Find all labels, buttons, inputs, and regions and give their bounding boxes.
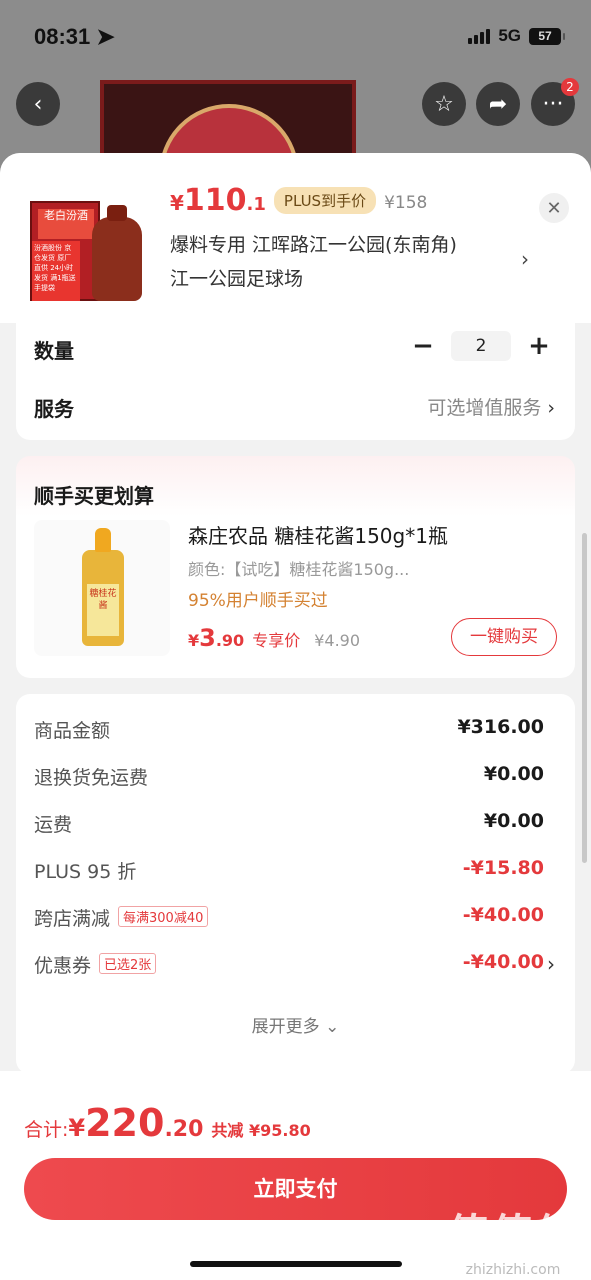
coupon-row[interactable]: 优惠券 已选2张 -¥40.00 — [34, 951, 544, 981]
more-dots-icon: ··· — [542, 91, 564, 117]
notification-badge: 2 — [561, 78, 579, 96]
addon-section-title: 顺手买更划算 — [34, 484, 154, 508]
total-row: 合计: ¥220.20 共减 ¥95.80 — [24, 1101, 311, 1145]
quantity-label: 数量 — [34, 339, 74, 363]
addon-purchase-rate: 95%用户顺手买过 — [188, 591, 328, 611]
checkout-footer: 合计: ¥220.20 共减 ¥95.80 立即支付 值值值 zhizhizhi… — [0, 1071, 591, 1280]
promo-tag: 每满300减40 — [118, 906, 209, 927]
delivery-address[interactable]: 爆料专用 江晖路江一公园(东南角) 江一公园足球场 — [170, 228, 510, 296]
watermark-url: zhizhizhi.com — [465, 1262, 561, 1278]
scrollbar[interactable] — [582, 533, 587, 863]
bottle-label: 糖桂花酱 — [87, 584, 119, 636]
addon-product-name[interactable]: 森庄农品 糖桂花酱150g*1瓶 — [188, 520, 448, 549]
favorite-button[interactable]: ☆ — [422, 82, 466, 126]
summary-label: PLUS 95 折 — [34, 861, 137, 883]
service-label: 服务 — [34, 397, 74, 421]
quantity-minus-button[interactable]: − — [411, 331, 435, 361]
addon-price-row: ¥3.90 专享价 ¥4.90 — [188, 624, 360, 652]
signal-icon — [468, 28, 491, 44]
addon-product-image[interactable]: 糖桂花酱 — [34, 520, 170, 656]
address-line-2: 江一公园足球场 — [170, 268, 304, 290]
total-amount: ¥220.20 — [68, 1101, 204, 1145]
summary-row: 商品金额 ¥316.00 — [34, 716, 544, 746]
product-thumbnail: 老白汾酒 汾酒股份 京仓发货 原厂直供 24小时发货 满1瓶送手提袋 — [28, 193, 144, 305]
summary-row: 退换货免运费 ¥0.00 — [34, 763, 544, 793]
summary-row: PLUS 95 折 -¥15.80 — [34, 857, 544, 887]
one-click-buy-button[interactable]: 一键购买 — [451, 618, 557, 656]
watermark-logo: 值值值 — [446, 1210, 579, 1259]
summary-label: 退换货免运费 — [34, 767, 149, 789]
quantity-plus-button[interactable]: + — [527, 331, 551, 361]
more-button[interactable]: ··· 2 — [531, 78, 579, 126]
addon-price: ¥3.90 — [188, 624, 245, 652]
share-icon: ➦ — [488, 91, 508, 117]
checkout-sheet: 老白汾酒 汾酒股份 京仓发货 原厂直供 24小时发货 满1瓶送手提袋 ¥110.… — [0, 153, 591, 1280]
share-button[interactable]: ➦ — [476, 82, 520, 126]
summary-label: 运费 — [34, 814, 73, 836]
summary-row: 运费 ¥0.00 — [34, 810, 544, 840]
service-value: 可选增值服务 — [427, 397, 542, 419]
summary-row: 跨店满减 每满300减40 -¥40.00 — [34, 904, 544, 934]
chevron-right-icon[interactable]: › — [521, 247, 529, 271]
chevron-left-icon: ‹ — [33, 91, 43, 117]
back-button[interactable]: ‹ — [16, 82, 60, 126]
summary-value: -¥40.00 — [462, 904, 544, 926]
thumb-sticker-text: 汾酒股份 京仓发货 原厂直供 24小时发货 满1瓶送手提袋 — [32, 241, 80, 301]
chevron-right-icon[interactable]: › — [547, 952, 555, 976]
expand-more-button[interactable]: 展开更多 ⌄ — [16, 1012, 575, 1037]
quantity-input[interactable]: 2 — [451, 331, 511, 361]
address-line-1: 爆料专用 江晖路江一公园(东南角) — [170, 234, 457, 256]
watermark: 值值值 zhizhizhi.com — [447, 1201, 579, 1278]
options-card: 数量 − 2 + 服务 可选增值服务 › — [16, 323, 575, 440]
close-button[interactable]: ✕ — [539, 193, 569, 223]
battery-icon: 57 — [529, 27, 565, 45]
summary-value: ¥0.00 — [483, 810, 544, 832]
summary-value: ¥0.00 — [483, 763, 544, 785]
addon-card: 顺手买更划算 糖桂花酱 森庄农品 糖桂花酱150g*1瓶 颜色:【试吃】糖桂花酱… — [16, 456, 575, 678]
price-row: ¥110.1 PLUS到手价 ¥158 — [170, 183, 427, 218]
close-icon: ✕ — [546, 197, 562, 219]
summary-label: 跨店满减 每满300减40 — [34, 904, 209, 931]
status-bar: 08:31 ➤ 5G 57 — [0, 0, 591, 72]
star-icon: ☆ — [434, 91, 454, 117]
home-indicator — [190, 1261, 402, 1267]
price-summary-card: 商品金额 ¥316.00 退换货免运费 ¥0.00 运费 ¥0.00 PLUS … — [16, 694, 575, 1074]
summary-value: -¥40.00 — [462, 951, 544, 973]
total-label: 合计: — [24, 1119, 69, 1141]
chevron-right-icon: › — [547, 397, 555, 419]
status-time: 08:31 ➤ — [34, 24, 115, 49]
coupon-tag: 已选2张 — [99, 953, 157, 974]
summary-label: 商品金额 — [34, 720, 111, 742]
summary-value: ¥316.00 — [457, 716, 544, 738]
plus-price: ¥110.1 — [170, 183, 266, 218]
summary-value: -¥15.80 — [462, 857, 544, 879]
addon-product-spec: 颜色:【试吃】糖桂花酱150g... — [188, 560, 410, 579]
plus-price-tag: PLUS到手价 — [273, 187, 377, 214]
addon-price-tag: 专享价 — [252, 631, 301, 650]
network-type: 5G — [498, 26, 521, 45]
total-saved: 共减 ¥95.80 — [211, 1121, 311, 1140]
thumb-brand-text: 老白汾酒 — [38, 209, 94, 239]
addon-original-price: ¥4.90 — [314, 631, 361, 650]
product-header: 老白汾酒 汾酒股份 京仓发货 原厂直供 24小时发货 满1瓶送手提袋 ¥110.… — [0, 153, 591, 323]
summary-label: 优惠券 已选2张 — [34, 951, 157, 978]
original-price: ¥158 — [384, 193, 428, 213]
quantity-stepper: − 2 + — [411, 331, 551, 361]
service-selector[interactable]: 可选增值服务 › — [427, 393, 555, 420]
